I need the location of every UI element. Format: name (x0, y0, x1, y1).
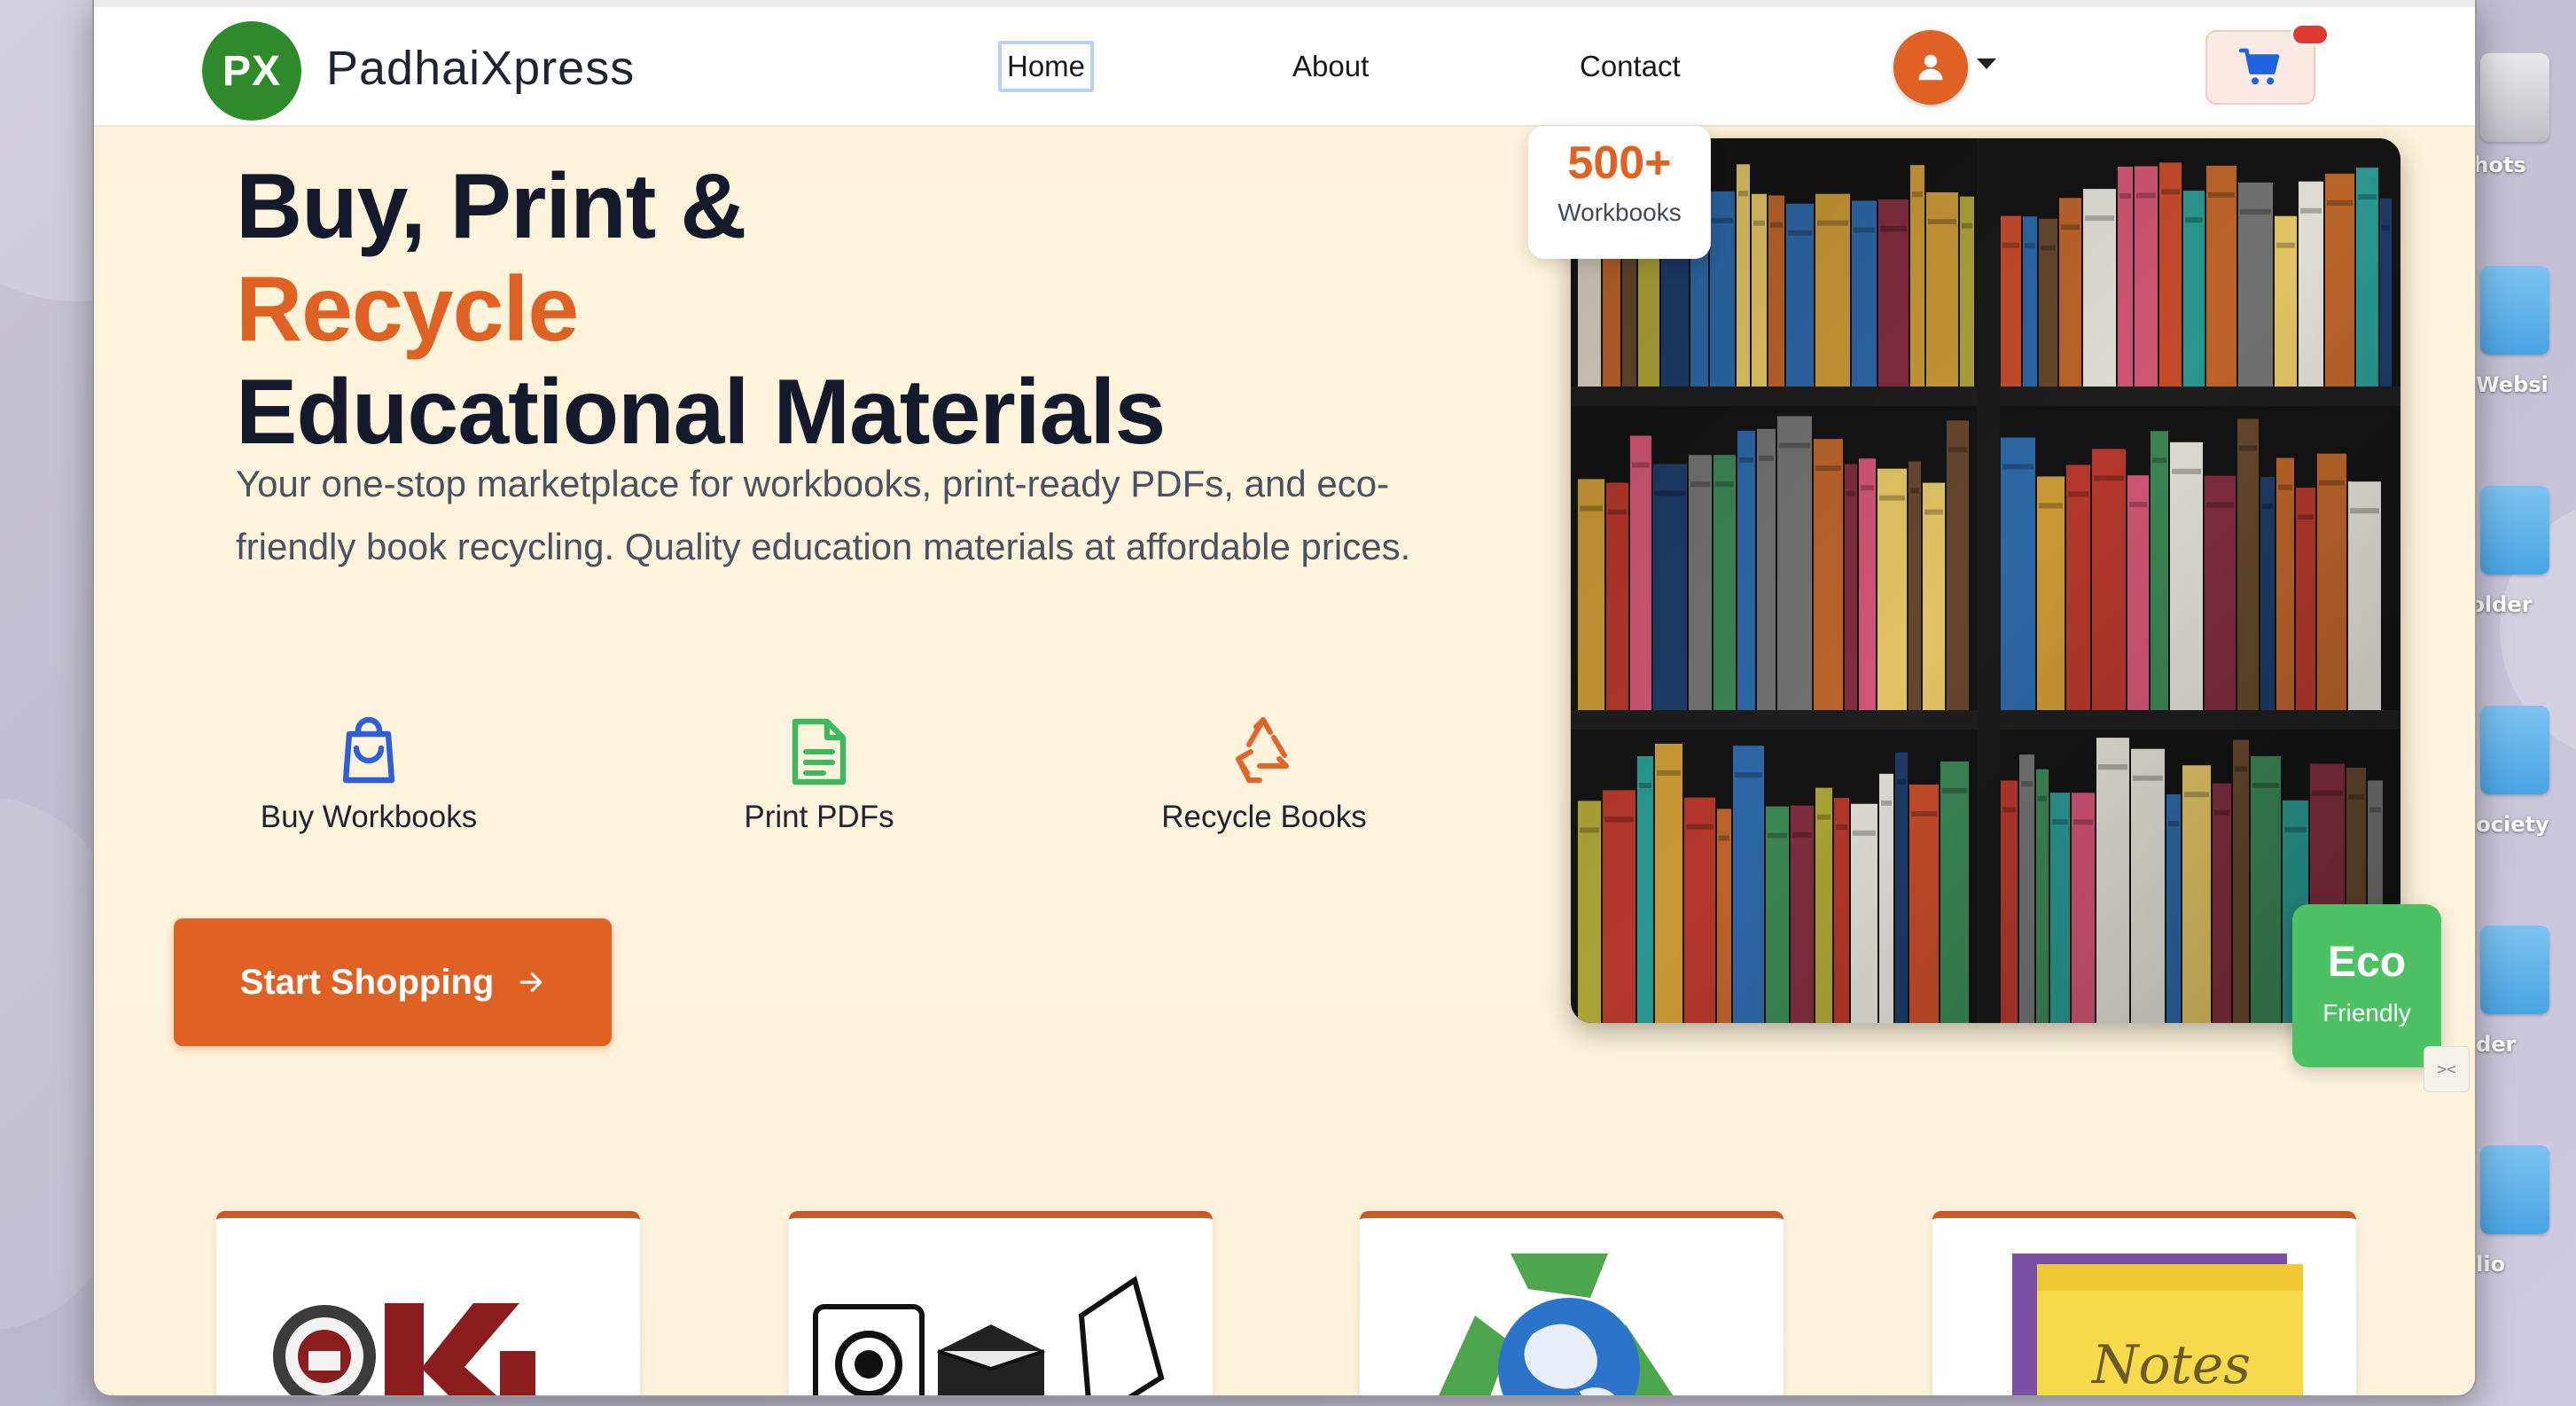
hero-description: Your one-stop marketplace for workbooks,… (236, 463, 1411, 567)
notes-sticky-image: Notes (2012, 1254, 2303, 1396)
feature-label: Print PDFs (744, 800, 894, 834)
desktop-icon-screenshots[interactable]: shots (2461, 53, 2576, 275)
printer-camera-image (813, 1276, 1165, 1395)
nav-link-contact[interactable]: Contact (1580, 50, 1681, 83)
shelf-shade (1571, 138, 2400, 1023)
user-avatar-button[interactable] (1893, 30, 1968, 105)
shopping-bag-icon (342, 716, 395, 784)
brand-logo[interactable]: PX (202, 21, 301, 121)
window-top-strip (94, 0, 2475, 7)
brand-name[interactable]: PadhaiXpress (326, 41, 635, 96)
feature-buy-workbooks[interactable]: Buy Workbooks (236, 716, 502, 835)
desktop-icon-folder[interactable]: folder (2461, 486, 2576, 707)
feature-print-pdfs[interactable]: Print PDFs (686, 716, 952, 835)
desktop-icon-label: Society (2461, 812, 2549, 837)
stat-card: 500+ Workbooks (1528, 126, 1711, 259)
nav-link-about[interactable]: About (1292, 50, 1369, 83)
browser-window: PX PadhaiXpress Home About Contact Buy, … (92, 0, 2477, 1397)
bookshelf-image (1571, 138, 2400, 1023)
hero-title-accent: Recycle (236, 258, 579, 361)
university-logo-image (273, 1303, 535, 1395)
desktop-icon-label: gWebsi (2461, 372, 2549, 397)
nav-link-home[interactable]: Home (998, 41, 1095, 92)
bookshelf-illustration (1571, 138, 2400, 1023)
category-card[interactable] (1360, 1211, 1784, 1395)
eco-badge-title: Eco (2327, 939, 2407, 986)
desktop-icon-label: nder (2461, 1032, 2517, 1057)
collapse-handle-icon[interactable]: >< (2424, 1046, 2470, 1092)
cart-count-badge (2291, 23, 2330, 46)
desktop-icon-website[interactable]: gWebsi (2461, 266, 2576, 488)
user-icon (1918, 54, 1943, 81)
eco-friendly-badge: Eco Friendly (2292, 904, 2441, 1067)
recycle-globe-image (1439, 1254, 1674, 1395)
desktop-icon-portfolio[interactable]: plio (2461, 1145, 2576, 1367)
desktop-icon-label: plio (2461, 1252, 2506, 1277)
feature-recycle-books[interactable]: Recycle Books (1131, 716, 1397, 835)
navbar: PX PadhaiXpress Home About Contact (94, 7, 2475, 127)
desktop-icon-society[interactable]: Society (2461, 706, 2576, 927)
start-shopping-label: Start Shopping (239, 962, 495, 1002)
arrow-right-icon (520, 972, 543, 992)
notes-handwriting: Notes (2090, 1334, 2251, 1396)
feature-label: Buy Workbooks (260, 800, 478, 834)
category-card[interactable] (216, 1211, 640, 1395)
hero-title: Buy, Print & Recycle Educational Materia… (236, 155, 1166, 464)
hero-title-line1: Buy, Print & (236, 155, 746, 258)
stat-value: 500+ (1567, 137, 1672, 189)
start-shopping-button[interactable]: Start Shopping (174, 918, 612, 1046)
recycle-icon (1236, 717, 1289, 783)
cart-icon (2239, 48, 2280, 85)
chevron-down-icon[interactable] (1977, 59, 1996, 69)
hero-title-line3: Educational Materials (236, 361, 1166, 464)
feature-label: Recycle Books (1161, 800, 1367, 834)
desktop-icon-label: folder (2461, 592, 2533, 617)
category-card[interactable] (789, 1211, 1213, 1395)
eco-badge-subtitle: Friendly (2322, 999, 2411, 1027)
stat-label: Workbooks (1557, 199, 1682, 226)
desktop-icon-label: shots (2461, 152, 2526, 177)
document-icon (792, 718, 847, 785)
category-card[interactable]: Notes (1932, 1211, 2356, 1396)
desktop-icon-finder[interactable]: nder (2461, 926, 2576, 1147)
